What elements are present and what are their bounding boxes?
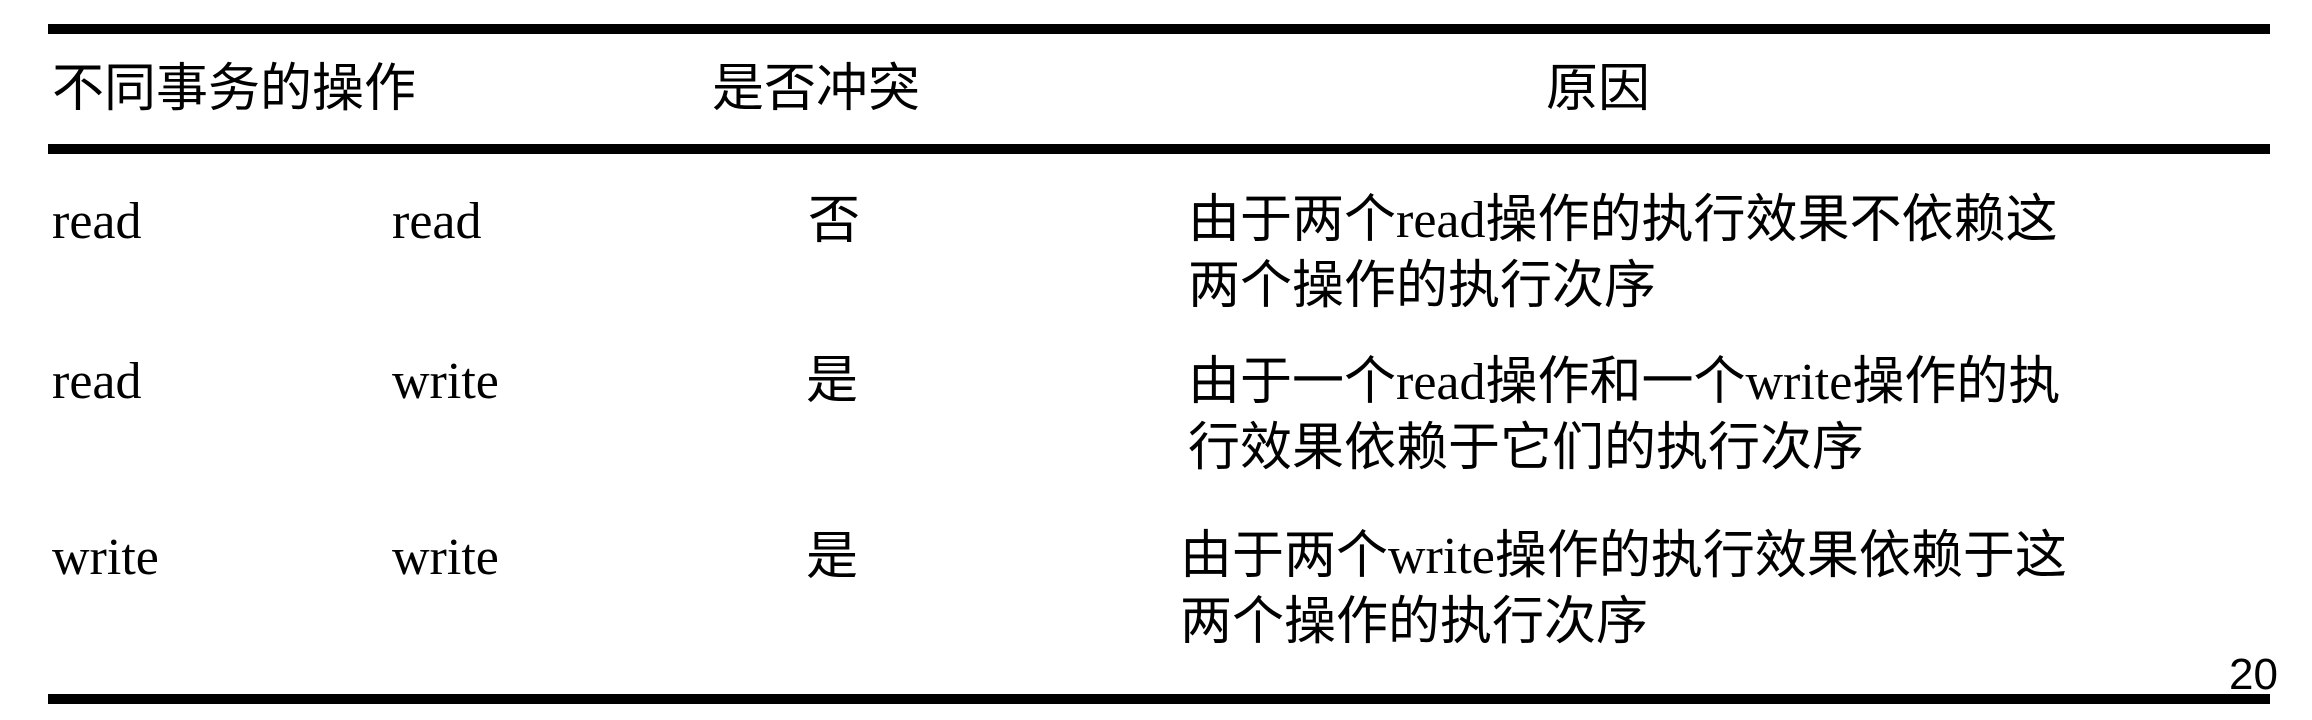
row-op1: write [52, 529, 159, 586]
row-op2: write [392, 353, 499, 410]
row-reason-line-1: 由于一个read操作和一个write操作的执 [1188, 354, 2061, 411]
table-bottom-rule [48, 694, 2270, 704]
row-reason-line-2: 两个操作的执行次序 [1180, 594, 1649, 651]
page-number: 20 [2229, 650, 2278, 699]
row-op1: read [52, 353, 142, 410]
header-reason: 原因 [1546, 61, 1651, 118]
row-op1: read [52, 193, 142, 250]
header-operations: 不同事务的操作 [52, 61, 417, 118]
header-conflict: 是否冲突 [712, 61, 921, 118]
row-op2: write [392, 529, 499, 586]
row-conflict: 是 [806, 353, 859, 410]
row-reason-line-1: 由于两个read操作的执行效果不依赖这 [1188, 192, 2058, 249]
row-reason-line-2: 两个操作的执行次序 [1188, 258, 1657, 315]
table-header-rule [48, 144, 2270, 154]
row-conflict: 否 [808, 193, 861, 250]
row-conflict: 是 [806, 529, 859, 586]
row-reason-line-1: 由于两个write操作的执行效果依赖于这 [1180, 528, 2067, 585]
table-top-rule [48, 24, 2270, 34]
row-op2: read [392, 193, 482, 250]
row-reason-line-2: 行效果依赖于它们的执行次序 [1188, 420, 1865, 477]
